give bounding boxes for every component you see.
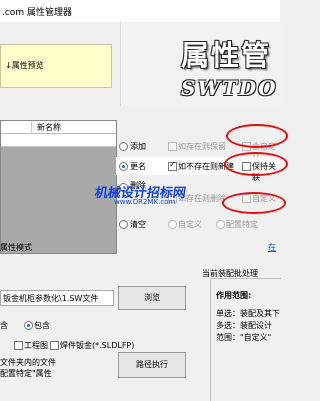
config-specific-label: 配置特定	[226, 220, 258, 229]
note-line-1: 文件夹内的文件	[0, 358, 56, 367]
brand-title: 属性管	[181, 39, 272, 72]
watermark-url: www.DR2MK.com	[114, 198, 176, 206]
annotation-oval-2	[224, 152, 288, 176]
config-specific-radio[interactable]	[216, 220, 225, 229]
grid-column-new-name: 新名称	[37, 123, 61, 132]
single-select-line: 单选：装配及其下	[216, 309, 280, 318]
grid-header-cell	[1, 121, 32, 133]
grid-row[interactable]	[1, 134, 116, 147]
weldment-label: 焊件钣金(*.SLDLFP)	[60, 341, 135, 350]
annotation-oval-1	[226, 124, 288, 148]
brand-subtitle: SWTDO	[181, 76, 278, 100]
grid-header: 新名称	[1, 121, 116, 134]
annotation-oval-3	[222, 192, 286, 214]
rename-radio[interactable]	[119, 162, 128, 171]
weldment-checkbox[interactable]	[50, 341, 59, 350]
browse-label: 浏览	[144, 293, 160, 302]
scope-note-line: 范围："自定义"	[216, 333, 272, 342]
contains-radio[interactable]	[24, 321, 33, 330]
custom-radio[interactable]	[168, 220, 177, 229]
clear-label: 清空	[130, 220, 146, 229]
file-path-value: 钣金机柜参数化\1.SW文件	[3, 294, 99, 303]
title-bar: .com 属性管理器	[0, 0, 280, 22]
drawing-checkbox[interactable]	[14, 341, 23, 350]
window-title: .com 属性管理器	[2, 8, 72, 18]
add-radio[interactable]	[119, 142, 128, 151]
in-link[interactable]: 在	[268, 242, 276, 253]
brand-logo: 属性管 SWTDO	[120, 22, 281, 106]
property-preview-banner[interactable]: ↓属性预览	[0, 44, 112, 88]
exists-keep-checkbox[interactable]	[168, 142, 177, 151]
property-preview-label: ↓属性预览	[5, 61, 44, 70]
clear-row: 清空 自定义 配置特定	[116, 214, 280, 232]
include-label: 含	[0, 321, 8, 330]
contains-label: 包含	[34, 321, 50, 330]
clear-radio[interactable]	[119, 220, 128, 229]
browse-button[interactable]: 浏览	[118, 286, 186, 310]
note-line-2: 配置特定"属性	[0, 369, 52, 378]
multi-select-line: 多选：装配设计	[216, 321, 272, 330]
drawing-label: 工程图	[24, 341, 48, 350]
add-label: 添加	[130, 142, 146, 151]
mode-label: 属性模式	[0, 243, 32, 252]
scope-label: 作用范围:	[216, 291, 252, 300]
path-execute-label: 路径执行	[136, 360, 168, 369]
exists-keep-label: 如存在则保留	[178, 142, 226, 151]
custom-label: 自定义	[178, 220, 202, 229]
path-execute-button[interactable]: 路径执行	[118, 352, 186, 378]
file-path-field[interactable]: 钣金机柜参数化\1.SW文件	[0, 290, 114, 306]
not-exists-add-checkbox[interactable]	[168, 160, 177, 171]
rename-label: 更名	[130, 162, 146, 171]
